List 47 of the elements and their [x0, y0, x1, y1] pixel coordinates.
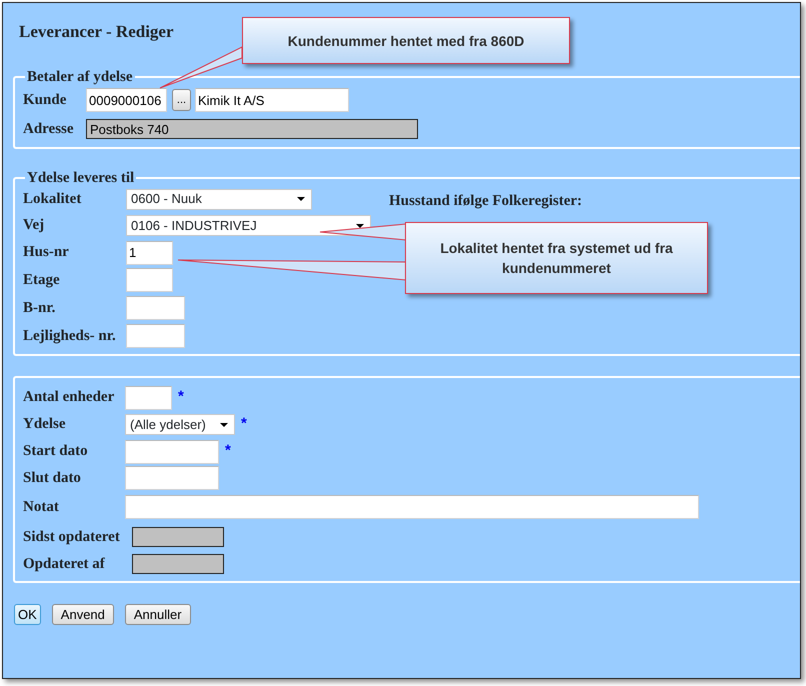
input-field[interactable]	[126, 268, 173, 292]
input-field[interactable]	[125, 495, 699, 519]
field-label: Lokalitet	[23, 190, 82, 209]
field-label: Kunde	[23, 90, 68, 110]
field-label: Slut dato	[23, 468, 82, 488]
dialog-button[interactable]: Annuller	[124, 604, 191, 625]
readonly-field[interactable]	[132, 527, 224, 547]
dialog-button[interactable]: OK	[14, 604, 41, 625]
field-label: Antal enheder	[23, 388, 116, 408]
field-label: Sidst opdateret	[23, 528, 121, 547]
field-label: Hus-nr	[23, 243, 70, 262]
field-label: Adresse	[23, 120, 75, 139]
readonly-field[interactable]	[132, 554, 224, 574]
field-label: Ydelse	[23, 415, 66, 434]
callout-note: Lokalitet hentet fra systemet ud fra kundenummeret	[405, 222, 708, 294]
info-label: Husstand ifølge Folkeregister:	[389, 192, 582, 211]
caret-icon	[356, 224, 364, 228]
section-legend: Ydelse leveres til	[25, 170, 136, 186]
input-field[interactable]: 0009000106	[86, 88, 167, 112]
field-label: Opdateret af	[23, 554, 106, 574]
required-mark: *	[178, 387, 184, 408]
readonly-field[interactable]: Postboks 740	[86, 119, 418, 139]
field-label: Etage	[23, 270, 61, 290]
caret-icon	[220, 422, 228, 426]
field-label: Lejligheds- nr.	[23, 326, 117, 346]
field-label: Start dato	[23, 442, 89, 462]
input-field[interactable]: Kimik It A/S	[195, 88, 349, 112]
input-field[interactable]	[126, 296, 185, 320]
field-label: Notat	[23, 498, 60, 517]
dialog-button[interactable]: Anvend	[52, 604, 114, 625]
lookup-button[interactable]: ...	[172, 89, 191, 111]
dropdown[interactable]: 0600 - Nuuk	[126, 188, 312, 210]
required-mark: *	[225, 441, 231, 462]
window-title: Leverancer - Rediger	[19, 22, 174, 42]
field-label: B-nr.	[23, 298, 56, 318]
input-field[interactable]	[125, 440, 219, 464]
field-label: Vej	[23, 216, 46, 236]
required-mark: *	[241, 414, 247, 434]
input-field[interactable]	[125, 386, 172, 410]
section-legend: Betaler af ydelse	[25, 69, 135, 85]
input-field[interactable]	[125, 466, 219, 490]
callout-note: Kundenummer hentet med fra 860D	[242, 17, 570, 64]
caret-icon	[297, 197, 305, 201]
dropdown[interactable]: 0106 - INDUSTRIVEJ	[126, 215, 371, 236]
input-field[interactable]	[126, 324, 185, 348]
input-field[interactable]: 1	[126, 240, 173, 264]
dropdown[interactable]: (Alle ydelser)	[125, 414, 235, 435]
